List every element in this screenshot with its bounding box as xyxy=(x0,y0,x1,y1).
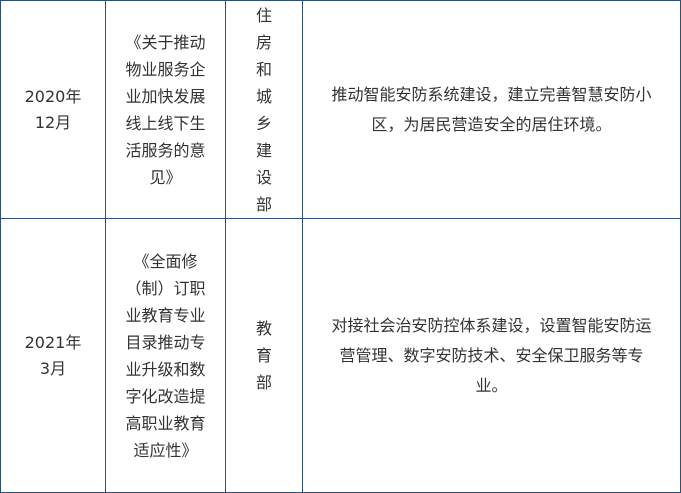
content-cell: 对接社会治安防控体系建设，设置智能安防运营管理、数字安防技术、安全保卫服务等专业… xyxy=(302,218,681,493)
date-text: 2020年12月 xyxy=(24,86,82,132)
document-cell: 《关于推动物业服务企业加快发展线上线下生活服务的意见》 xyxy=(105,0,226,219)
department-cell: 住房和城乡建设部 xyxy=(225,0,303,219)
table-row: 2020年12月 《关于推动物业服务企业加快发展线上线下生活服务的意见》 住房和… xyxy=(0,0,681,219)
department-cell: 教育部 xyxy=(225,218,303,493)
content-text: 对接社会治安防控体系建设，设置智能安防运营管理、数字安防技术、安全保卫服务等专业… xyxy=(331,315,652,395)
policy-table: 2020年12月 《关于推动物业服务企业加快发展线上线下生活服务的意见》 住房和… xyxy=(0,0,681,493)
content-cell: 推动智能安防系统建设，建立完善智慧安防小区，为居民营造安全的居住环境。 xyxy=(302,0,681,219)
table-row: 2021年3月 《全面修（制）订职业教育专业目录推动专业升级和数字化改造提高职业… xyxy=(0,218,681,493)
document-title: 《全面修（制）订职业教育专业目录推动专业升级和数字化改造提高职业教育适应性》 xyxy=(125,251,206,460)
department-name: 住房和城乡建设部 xyxy=(255,5,272,214)
date-text: 2021年3月 xyxy=(24,332,82,378)
date-cell: 2020年12月 xyxy=(0,0,106,219)
document-title: 《关于推动物业服务企业加快发展线上线下生活服务的意见》 xyxy=(125,32,206,187)
department-name: 教育部 xyxy=(255,319,272,392)
content-text: 推动智能安防系统建设，建立完善智慧安防小区，为居民营造安全的居住环境。 xyxy=(331,84,652,134)
date-cell: 2021年3月 xyxy=(0,218,106,493)
document-cell: 《全面修（制）订职业教育专业目录推动专业升级和数字化改造提高职业教育适应性》 xyxy=(105,218,226,493)
